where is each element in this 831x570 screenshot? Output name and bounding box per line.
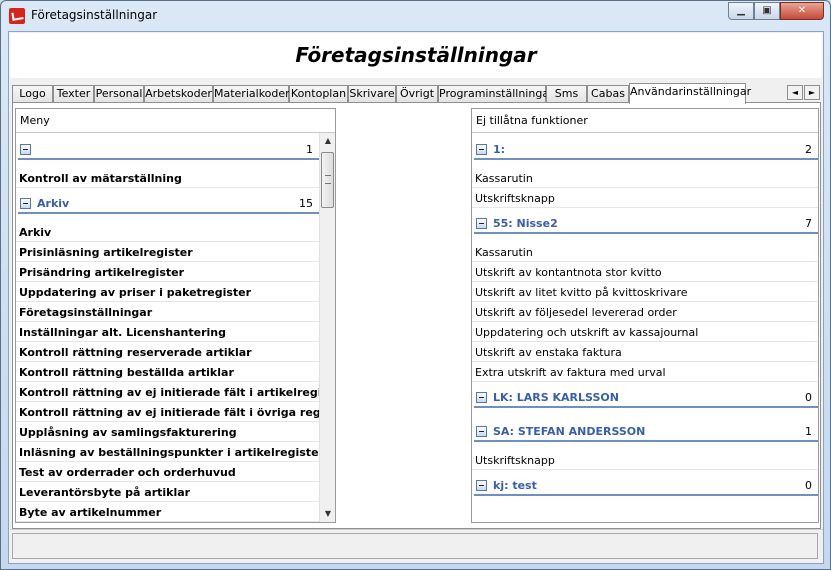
page-header: Företagsinställningar [10, 33, 822, 78]
group-count: 7 [805, 217, 812, 230]
list-item[interactable]: Utskrift av kontantnota stor kvitto [472, 262, 818, 282]
group-divider [474, 406, 818, 408]
group-count: 15 [299, 197, 313, 210]
tab-item[interactable]: Övrigt [396, 85, 438, 103]
collapse-icon[interactable] [20, 198, 31, 209]
menu-panel: Meny 1 Kontroll av mätarställning Arkiv 15 A… [15, 108, 336, 523]
app-icon [9, 8, 25, 24]
tab-active[interactable]: Användarinställningar [629, 83, 751, 104]
group-header[interactable]: 55: Nisse2 7 [472, 213, 818, 235]
minimize-button[interactable]: ▁ [728, 2, 754, 20]
list-item[interactable]: Arkiv [16, 222, 319, 242]
tab-item[interactable]: Logo [12, 85, 53, 103]
tab-item[interactable]: Texter [53, 85, 94, 103]
tab-item[interactable]: Arbetskoder [144, 85, 213, 103]
restricted-functions-list[interactable]: 1: 2 Kassarutin Utskriftsknapp 55: Nisse2 7 Ka… [472, 133, 818, 522]
status-text [12, 533, 818, 559]
collapse-icon[interactable] [476, 480, 487, 491]
tab-item[interactable]: Kontoplan [289, 85, 348, 103]
restricted-functions-header: Ej tillåtna funktioner [472, 109, 818, 133]
list-item[interactable]: Företagsinställningar [16, 302, 319, 322]
tab-item[interactable]: Skrivare [348, 85, 396, 103]
maximize-button[interactable]: ▣ [754, 2, 780, 20]
group-count: 0 [805, 391, 812, 404]
group-count: 1 [805, 425, 812, 438]
list-item[interactable]: Inläsning av beställningspunkter i artik… [16, 442, 319, 462]
collapse-icon[interactable] [476, 426, 487, 437]
list-item[interactable]: Kontroll av mätarställning [16, 168, 319, 188]
tab-panel-anvandarinstallningar: Meny 1 Kontroll av mätarställning Arkiv 15 A… [12, 102, 821, 529]
tab-item[interactable]: Sms [546, 85, 587, 103]
close-button[interactable]: ✕ [780, 2, 824, 20]
group-divider [474, 494, 818, 496]
scroll-down-arrow-icon[interactable]: ▼ [320, 506, 336, 522]
tab-strip: Logo Texter Personal Arbetskoder Materialkod… [12, 83, 822, 104]
list-item[interactable]: Kontroll rättning av ej initierade fält … [16, 402, 319, 422]
client-area: Företagsinställningar Logo Texter Personal… [8, 31, 824, 564]
collapse-icon[interactable] [20, 144, 31, 155]
group-count: 1 [306, 143, 313, 156]
group-name: kj: test [493, 479, 537, 492]
page-title: Företagsinställningar [295, 43, 537, 67]
list-item[interactable]: Prisändring artikelregister [16, 262, 319, 282]
list-item[interactable]: Kassarutin [472, 242, 818, 262]
tab-item[interactable]: Materialkoder [213, 85, 290, 103]
restricted-functions-panel: Ej tillåtna funktioner 1: 2 Kassarutin Utsk… [471, 108, 819, 523]
list-item[interactable]: Utskrift av enstaka faktura [472, 342, 818, 362]
group-name: 1: [493, 143, 506, 156]
tab-item[interactable]: Cabas [587, 85, 629, 103]
list-item[interactable]: Kontroll rättning beställda artiklar [16, 362, 319, 382]
list-item[interactable]: Upplåsning av samlingsfakturering [16, 422, 319, 442]
title-bar[interactable]: Företagsinställningar ▁ ▣ ✕ [1, 1, 830, 31]
group-count: 0 [805, 479, 812, 492]
group-header[interactable]: Arkiv 15 [16, 193, 319, 215]
group-header[interactable]: 1 [16, 139, 319, 161]
group-divider [474, 158, 818, 160]
status-bar [10, 529, 823, 561]
tab-item[interactable]: Programinställningar [438, 85, 554, 103]
list-item[interactable]: Kassarutin [472, 168, 818, 188]
scroll-up-arrow-icon[interactable]: ▲ [320, 133, 336, 149]
group-count: 2 [805, 143, 812, 156]
scrollbar-thumb[interactable] [321, 152, 334, 208]
group-name: Arkiv [37, 197, 70, 210]
group-divider [474, 232, 818, 234]
list-item[interactable]: Leverantörsbyte på artiklar [16, 482, 319, 502]
list-item[interactable]: Prisinläsning artikelregister [16, 242, 319, 262]
group-header[interactable]: kj: test 0 [472, 475, 818, 497]
group-header[interactable]: 1: 2 [472, 139, 818, 161]
group-header[interactable]: LK: LARS KARLSSON 0 [472, 387, 818, 409]
list-item[interactable]: Inställningar alt. Licenshantering [16, 322, 319, 342]
window-title: Företagsinställningar [31, 8, 158, 22]
list-item[interactable]: Byte av artikelnummer [16, 502, 319, 522]
collapse-icon[interactable] [476, 144, 487, 155]
list-item[interactable]: Utskrift av litet kvitto på kvittoskriva… [472, 282, 818, 302]
group-divider [18, 212, 319, 214]
list-item[interactable]: Utskriftsknapp [472, 450, 818, 470]
group-divider [474, 440, 818, 442]
menu-panel-header: Meny [16, 109, 335, 133]
tab-item[interactable]: Personal [94, 85, 144, 103]
list-item[interactable]: Utskrift av följesedel levererad order [472, 302, 818, 322]
group-name: LK: LARS KARLSSON [493, 391, 619, 404]
list-item[interactable]: Uppdatering och utskrift av kassajournal [472, 322, 818, 342]
collapse-icon[interactable] [476, 392, 487, 403]
list-item[interactable]: Uppdatering av priser i paketregister [16, 282, 319, 302]
group-name: 55: Nisse2 [493, 217, 558, 230]
list-item[interactable]: Kontroll rättning reserverade artiklar [16, 342, 319, 362]
group-divider [18, 158, 319, 160]
list-item[interactable]: Kontroll rättning av ej initierade fält … [16, 382, 319, 402]
group-name: SA: STEFAN ANDERSSON [493, 425, 646, 438]
collapse-icon[interactable] [476, 218, 487, 229]
list-item[interactable]: Test av orderrader och orderhuvud [16, 462, 319, 482]
menu-scrollbar[interactable]: ▲ ▼ [319, 133, 335, 522]
application-window: Företagsinställningar ▁ ▣ ✕ Företagsinst… [0, 0, 831, 570]
tab-scroll-left-icon[interactable]: ◄ [787, 85, 803, 100]
list-item[interactable]: Utskriftsknapp [472, 188, 818, 208]
group-header[interactable]: SA: STEFAN ANDERSSON 1 [472, 421, 818, 443]
list-item[interactable]: Extra utskrift av faktura med urval [472, 362, 818, 382]
menu-list[interactable]: 1 Kontroll av mätarställning Arkiv 15 Arkiv P… [16, 133, 319, 522]
tab-scroll-right-icon[interactable]: ► [804, 85, 820, 100]
